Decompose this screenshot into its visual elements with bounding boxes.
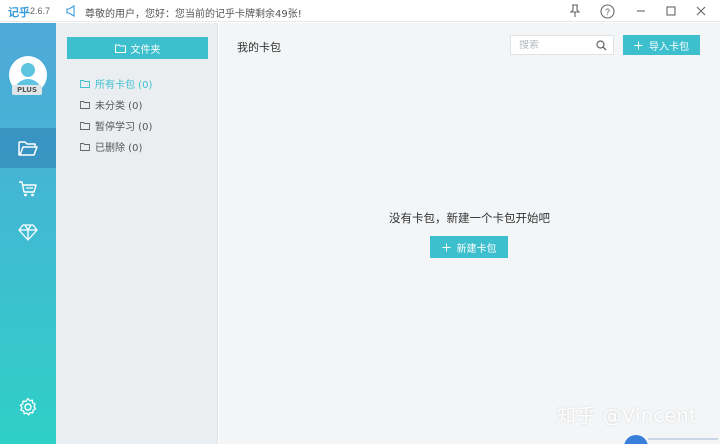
left-rail: PLUS xyxy=(0,23,56,444)
minimize-icon xyxy=(637,10,645,12)
megaphone-icon xyxy=(66,5,78,17)
folder-item-deleted[interactable]: 已删除 (0) xyxy=(80,136,152,157)
folder-item-all[interactable]: 所有卡包 (0) xyxy=(80,73,152,94)
minimize-button[interactable] xyxy=(630,1,652,21)
watermark: 知乎 @Vincent xyxy=(557,405,698,427)
title-bar: 记乎 2.6.7 尊敬的用户，您好：您当前的记乎卡牌剩余49张! ? xyxy=(0,0,720,22)
page-title: 我的卡包 xyxy=(237,41,281,54)
search-box xyxy=(510,35,614,55)
rail-item-cardbox[interactable] xyxy=(0,128,56,168)
help-icon: ? xyxy=(599,3,615,19)
rail-item-store[interactable] xyxy=(0,169,56,209)
folder-icon xyxy=(80,142,90,151)
folder-icon xyxy=(114,44,126,53)
avatar-head xyxy=(21,63,35,77)
search-icon[interactable] xyxy=(596,40,607,54)
folder-icon xyxy=(80,100,90,109)
folders-button[interactable]: 文件夹 xyxy=(67,37,208,59)
corner-badge xyxy=(624,435,648,444)
app-version: 2.6.7 xyxy=(30,6,51,16)
import-cardbox-button[interactable]: 导入卡包 xyxy=(623,35,700,55)
pin-icon xyxy=(569,4,581,17)
folders-button-label: 文件夹 xyxy=(130,44,161,56)
pin-button[interactable] xyxy=(564,1,586,21)
folder-item-uncategorized[interactable]: 未分类 (0) xyxy=(80,94,152,115)
app-logo: 记乎 xyxy=(8,6,30,19)
close-icon xyxy=(696,6,706,16)
rail-item-vip[interactable] xyxy=(0,212,56,252)
new-button-label: 新建卡包 xyxy=(456,243,497,255)
gear-icon xyxy=(19,397,37,416)
folder-item-paused[interactable]: 暂停学习 (0) xyxy=(80,115,152,136)
folder-panel: 文件夹 所有卡包 (0) 未分类 (0) 暂停学习 (0) 已删除 (0) xyxy=(56,23,273,444)
new-cardbox-button[interactable]: 新建卡包 xyxy=(430,236,508,258)
notice-text: 尊敬的用户，您好：您当前的记乎卡牌剩余49张! xyxy=(85,9,302,20)
plus-icon xyxy=(442,243,450,251)
folder-item-label: 暂停学习 (0) xyxy=(95,122,153,133)
import-button-label: 导入卡包 xyxy=(649,41,689,53)
plus-badge: PLUS xyxy=(12,85,42,95)
folder-item-label: 已删除 (0) xyxy=(95,143,143,154)
maximize-button[interactable] xyxy=(660,1,682,21)
diamond-icon xyxy=(18,223,38,241)
plus-icon xyxy=(634,41,643,49)
svg-text:?: ? xyxy=(604,7,609,17)
help-button[interactable]: ? xyxy=(596,1,618,21)
empty-state-text: 没有卡包，新建一个卡包开始吧 xyxy=(389,211,550,225)
folder-icon xyxy=(80,121,90,130)
corner-line xyxy=(648,438,718,440)
maximize-icon xyxy=(666,6,676,16)
cart-icon xyxy=(19,181,37,197)
folder-open-icon xyxy=(18,141,38,156)
folder-list: 所有卡包 (0) 未分类 (0) 暂停学习 (0) 已删除 (0) xyxy=(80,73,152,157)
folder-item-label: 未分类 (0) xyxy=(95,101,143,112)
folder-icon xyxy=(80,79,90,88)
folder-item-label: 所有卡包 (0) xyxy=(95,80,153,91)
rail-item-settings[interactable] xyxy=(0,387,56,427)
search-input[interactable] xyxy=(519,39,593,51)
close-button[interactable] xyxy=(690,1,712,21)
main-content: 我的卡包 导入卡包 没有卡包，新建一个卡包开始吧 新建卡包 知乎 @Vincen… xyxy=(219,23,720,444)
